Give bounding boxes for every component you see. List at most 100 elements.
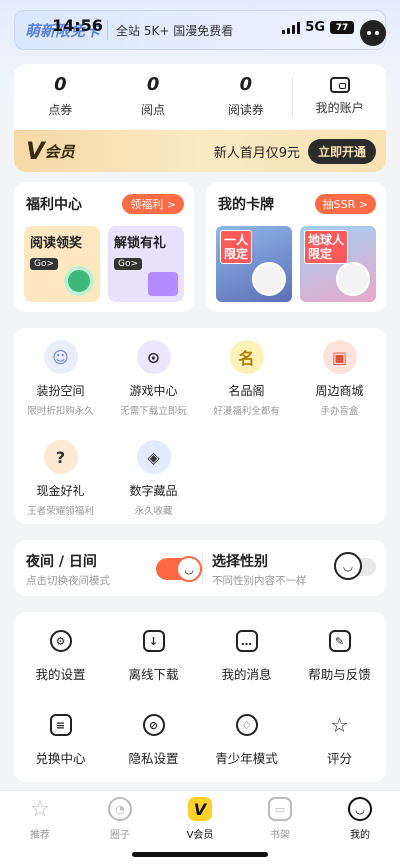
draw-ssr-button[interactable]: 抽SSR > xyxy=(314,194,376,214)
circle-icon: ◔ xyxy=(108,797,132,821)
battery-icon: 77 xyxy=(330,21,354,34)
status-indicators: 5G 77 xyxy=(282,20,354,35)
gender-title: 选择性别 xyxy=(212,554,268,570)
settings-item-settings[interactable]: ⚙ 我的设置 xyxy=(14,630,107,683)
settings-grid: ⚙ 我的设置 ↓ 离线下载 … 我的消息 ✎ 帮助与反馈 ≡ 兑换中心 ⊘ 隐私… xyxy=(14,612,386,782)
vip-open-button[interactable]: 立即开通 xyxy=(307,138,376,164)
settings-item-feedback[interactable]: ✎ 帮助与反馈 xyxy=(293,630,386,683)
night-mode-sub: 点击切换夜间模式 xyxy=(26,575,110,587)
my-account-button[interactable]: 我的账户 xyxy=(292,76,386,116)
service-shop[interactable]: ▣ 周边商城 手办盲盒 xyxy=(293,340,386,417)
card-thumbnail[interactable]: 一人 限定 xyxy=(216,226,292,302)
settings-label: 评分 xyxy=(326,751,352,766)
tab-recommend[interactable]: ☆ 推荐 xyxy=(0,797,80,842)
service-cash-gift[interactable]: ? 现金好礼 王者荣耀领福利 xyxy=(14,440,107,517)
welfare-center-card: 福利中心 领福利 > 阅读领奖 Go> 解锁有礼 Go> xyxy=(14,182,194,312)
teen-mode-icon: ♢ xyxy=(235,714,258,736)
bookshelf-icon: ▭ xyxy=(268,797,292,821)
my-cards-card: 我的卡牌 抽SSR > 一人 限定 地球人 限定 xyxy=(206,182,386,312)
settings-label: 我的设置 xyxy=(35,667,86,682)
tab-label: 推荐 xyxy=(30,830,50,841)
tab-label: V会员 xyxy=(186,830,214,841)
service-dressup[interactable]: ☺ 装扮空间 限时折扣购永久 xyxy=(14,340,107,417)
settings-label: 我的消息 xyxy=(221,667,272,682)
status-time: 14:56 xyxy=(52,16,103,35)
my-cards-title: 我的卡牌 xyxy=(218,197,274,213)
services-grid: ☺ 装扮空间 限时折扣购永久 ⊙ 游戏中心 无需下载立即玩 名 名品阁 好漫福利… xyxy=(14,328,386,524)
stat-coupons[interactable]: 0 点券 xyxy=(14,74,107,118)
settings-item-privacy[interactable]: ⊘ 隐私设置 xyxy=(107,714,200,767)
card-label: 地球人 限定 xyxy=(304,230,349,264)
tab-mine[interactable]: ◡ 我的 xyxy=(320,797,400,841)
vip-title: 会员 xyxy=(44,142,75,161)
stat-value: 0 xyxy=(146,74,160,95)
stat-read-tickets[interactable]: 0 阅读券 xyxy=(200,74,293,118)
vip-offer-text: 新人首月仅9元 xyxy=(213,145,300,161)
tab-label: 书架 xyxy=(270,830,290,841)
gender-toggle[interactable]: ◡ xyxy=(334,552,376,580)
card-label: 一人 限定 xyxy=(220,230,253,264)
tab-label: 我的 xyxy=(350,830,370,841)
network-type: 5G xyxy=(305,20,325,35)
download-icon: ↓ xyxy=(142,630,165,652)
gamepad-icon: ⊙ xyxy=(136,340,171,374)
service-name: 名品阁 xyxy=(228,384,265,398)
signal-icon xyxy=(282,21,301,34)
character-illustration xyxy=(252,262,286,296)
service-name: 装扮空间 xyxy=(36,384,85,398)
feedback-icon: ✎ xyxy=(328,630,351,652)
unlock-gift-tile[interactable]: 解锁有礼 Go> xyxy=(108,226,184,302)
my-account-label: 我的账户 xyxy=(315,100,364,115)
vip-banner[interactable]: V 会员 新人首月仅9元 立即开通 xyxy=(14,130,386,172)
banner-promo: 全站 5K+ 国漫免费看 xyxy=(116,23,234,38)
settings-label: 离线下载 xyxy=(128,667,179,682)
tab-vip[interactable]: V V会员 xyxy=(160,797,240,841)
tile-go: Go> xyxy=(30,258,59,270)
gift-lock-icon xyxy=(148,272,178,296)
night-mode-title: 夜间 / 日间 xyxy=(26,554,97,570)
service-sub: 好漫福利全都有 xyxy=(213,406,280,417)
settings-item-teen[interactable]: ♢ 青少年模式 xyxy=(200,714,293,767)
get-welfare-button[interactable]: 领福利 > xyxy=(122,194,184,214)
service-sub: 无需下载立即玩 xyxy=(120,406,187,417)
dressup-avatar-icon: ☺ xyxy=(43,340,78,374)
service-name: 游戏中心 xyxy=(129,384,178,398)
tile-go: Go> xyxy=(114,258,143,270)
settings-item-redeem[interactable]: ≡ 兑换中心 xyxy=(14,714,107,767)
card-thumbnail[interactable]: 地球人 限定 xyxy=(300,226,376,302)
settings-label: 兑换中心 xyxy=(35,751,86,766)
profile-face-icon: ◡ xyxy=(348,797,372,821)
settings-icon: ⚙ xyxy=(49,630,72,652)
service-famous[interactable]: 名 名品阁 好漫福利全都有 xyxy=(200,340,293,417)
vip-v-icon: V xyxy=(188,797,212,821)
settings-item-messages[interactable]: … 我的消息 xyxy=(200,630,293,683)
settings-label: 隐私设置 xyxy=(128,751,179,766)
vip-logo: V xyxy=(26,137,45,165)
service-sub: 王者荣耀领福利 xyxy=(27,506,94,517)
settings-item-rating[interactable]: ☆ 评分 xyxy=(293,713,386,767)
tab-circle[interactable]: ◔ 圈子 xyxy=(80,797,160,841)
service-games[interactable]: ⊙ 游戏中心 无需下载立即玩 xyxy=(107,340,200,417)
settings-item-download[interactable]: ↓ 离线下载 xyxy=(107,630,200,683)
more-menu-icon[interactable] xyxy=(360,20,386,46)
settings-label: 青少年模式 xyxy=(215,751,278,766)
gender-sub: 不同性别内容不一样 xyxy=(212,575,307,587)
moon-face-icon: ◡ xyxy=(176,556,202,582)
shop-box-icon: ▣ xyxy=(322,340,357,374)
stat-label: 阅点 xyxy=(141,103,166,117)
redeem-ticket-icon: ≡ xyxy=(49,714,72,736)
digital-collectible-icon: ◈ xyxy=(136,440,171,474)
privacy-icon: ⊘ xyxy=(142,714,165,736)
read-reward-tile[interactable]: 阅读领奖 Go> xyxy=(24,226,100,302)
stat-label: 阅读券 xyxy=(227,103,264,117)
preferences-card: 夜间 / 日间 点击切换夜间模式 ◡ 选择性别 不同性别内容不一样 ◡ xyxy=(14,540,386,596)
service-collectibles[interactable]: ◈ 数字藏品 永久收藏 xyxy=(107,440,200,517)
night-mode-toggle[interactable]: ◡ xyxy=(156,556,202,582)
service-name: 周边商城 xyxy=(315,384,364,398)
reward-target-icon xyxy=(64,266,94,296)
stat-read-points[interactable]: 0 阅点 xyxy=(107,74,200,118)
tab-bookshelf[interactable]: ▭ 书架 xyxy=(240,797,320,841)
wallet-icon xyxy=(329,76,350,93)
service-sub: 限时折扣购永久 xyxy=(27,406,94,417)
tab-label: 圈子 xyxy=(110,830,130,841)
